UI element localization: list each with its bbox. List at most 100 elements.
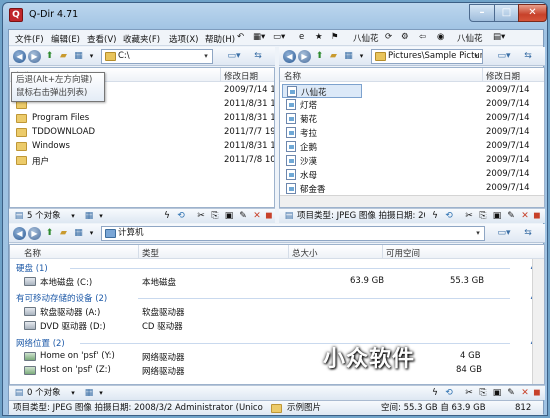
menu-quicklink-right[interactable]: 八仙花	[457, 32, 483, 44]
sync-icon[interactable]: ⇆	[249, 50, 267, 62]
menu-quicklink-left[interactable]: 八仙花	[353, 32, 379, 44]
refresh-icon[interactable]: ⟲	[443, 387, 455, 399]
sync-icon[interactable]: ⇆	[519, 227, 537, 239]
menu-favorites[interactable]: 收藏夹(F)	[123, 33, 160, 45]
list-item[interactable]: TDDOWNLOAD 2011/7/7 19:	[10, 126, 274, 140]
properties-icon[interactable]: ✎	[505, 210, 517, 222]
menu-options[interactable]: 选项(X)	[169, 33, 198, 45]
back-icon[interactable]: ◀	[13, 227, 26, 240]
cut-icon[interactable]: ✂	[195, 210, 207, 222]
refresh-icon[interactable]: ⟲	[443, 210, 455, 222]
up-folder-icon[interactable]: ⬆	[43, 50, 56, 62]
table-row[interactable]: Home on 'psf' (Y:) 网络驱动器 4 GB	[10, 350, 544, 364]
forward-icon[interactable]: ▶	[28, 50, 41, 63]
refresh-icon[interactable]: ⟲	[175, 210, 187, 222]
properties-icon[interactable]: ✎	[237, 210, 249, 222]
menu-monitor-icon[interactable]: ▭▾	[273, 32, 285, 42]
address-dropdown-icon[interactable]: ▾	[473, 228, 483, 239]
pane-bottom[interactable]: 名称 类型 总大小 可用空间 硬盘 (1) ▲ 本地磁盘 (C:) 本地磁盘 6…	[9, 244, 545, 385]
list-item[interactable]: 水母 2009/7/14	[280, 168, 544, 182]
address-bar-top-right[interactable]: Pictures\Sample Pictures ▾	[371, 49, 483, 64]
group-header-removable[interactable]: 有可移动存储的设备 (2)	[16, 292, 107, 304]
delete-icon[interactable]: ✕	[519, 387, 531, 399]
monitor-icon[interactable]: ▭▾	[495, 50, 513, 62]
menu-list-icon[interactable]: ▤▾	[493, 32, 505, 42]
view-dropdown-icon[interactable]: ▾	[85, 50, 98, 62]
column-name[interactable]: 名称	[284, 70, 301, 82]
table-row[interactable]: 本地磁盘 (C:) 本地磁盘 63.9 GB 55.3 GB	[10, 275, 544, 289]
sync-icon[interactable]: ⇆	[519, 50, 537, 62]
menu-view[interactable]: 查看(V)	[87, 33, 116, 45]
address-dropdown-icon[interactable]: ▾	[471, 51, 481, 62]
view-mode-icon[interactable]: ▦	[342, 50, 355, 62]
status-dropdown-icon[interactable]: ▾	[67, 387, 79, 399]
table-row[interactable]: Host on 'psf' (Z:) 网络驱动器 84 GB	[10, 364, 544, 378]
copy-icon[interactable]: ⎘	[477, 387, 489, 399]
monitor-icon[interactable]: ▭▾	[495, 227, 513, 239]
back-icon[interactable]: ◀	[13, 50, 26, 63]
horizontal-scrollbar[interactable]	[280, 195, 544, 207]
status-view-icon[interactable]: ▦	[83, 210, 95, 222]
menu-undo-icon[interactable]: ↶	[237, 32, 244, 42]
status-dropdown-icon[interactable]: ▾	[67, 210, 79, 222]
delete-icon[interactable]: ✕	[519, 210, 531, 222]
address-bar-top-left[interactable]: C:\ ▾	[101, 49, 213, 64]
table-row[interactable]: 软盘驱动器 (A:) 软盘驱动器	[10, 305, 544, 319]
list-item[interactable]: 用户 2011/7/8 10:	[10, 154, 274, 168]
monitor-icon[interactable]: ▭▾	[225, 50, 243, 62]
back-icon[interactable]: ◀	[283, 50, 296, 63]
lightning-icon[interactable]: ϟ	[161, 210, 173, 222]
list-item-selected[interactable]: 八仙花	[282, 84, 362, 98]
column-date[interactable]: 修改日期	[486, 70, 520, 82]
list-item[interactable]: 灯塔 2009/7/14	[280, 98, 544, 112]
column-total[interactable]: 总大小	[292, 247, 318, 259]
forward-icon[interactable]: ▶	[298, 50, 311, 63]
minimize-button[interactable]: –	[469, 4, 495, 22]
menu-layout-icon[interactable]: ▦▾	[253, 32, 265, 42]
list-item[interactable]: 考拉 2009/7/14	[280, 126, 544, 140]
close-button[interactable]: ✕	[518, 4, 547, 22]
menu-refresh-icon[interactable]: ⟳	[385, 32, 392, 42]
status-view-dropdown-icon[interactable]: ▾	[95, 387, 107, 399]
forward-icon[interactable]: ▶	[28, 227, 41, 240]
view-mode-icon[interactable]: ▦	[72, 50, 85, 62]
paste-icon[interactable]: ▣	[491, 210, 503, 222]
menu-arrow-icon[interactable]: ⇦	[419, 32, 426, 42]
title-bar[interactable]: Q Q-Dir 4.71 – □ ✕	[3, 3, 547, 29]
view-mode-icon[interactable]: ▦	[72, 227, 85, 239]
menu-globe-icon[interactable]: ◉	[437, 32, 444, 42]
lightning-icon[interactable]: ϟ	[429, 210, 441, 222]
address-dropdown-icon[interactable]: ▾	[201, 51, 211, 62]
menu-flag-icon[interactable]: ⚑	[331, 32, 339, 42]
close-pane-icon[interactable]: ◼	[531, 210, 543, 222]
pane-top-right[interactable]: 名称 修改日期 八仙花 2009/7/14 灯塔 2009/7/14 菊花 2009…	[279, 67, 545, 208]
column-name[interactable]: 名称	[24, 247, 41, 259]
vertical-scrollbar[interactable]	[532, 259, 544, 384]
table-row[interactable]: DVD 驱动器 (D:) CD 驱动器	[10, 319, 544, 333]
column-date[interactable]: 修改日期	[224, 70, 258, 82]
copy-icon[interactable]: ⎘	[477, 210, 489, 222]
menu-tools-icon[interactable]: ⚙	[401, 32, 409, 42]
cut-icon[interactable]: ✂	[463, 387, 475, 399]
group-header-network[interactable]: 网络位置 (2)	[16, 337, 65, 349]
status-view-icon[interactable]: ▦	[83, 387, 95, 399]
close-pane-icon[interactable]: ◼	[263, 210, 275, 222]
menu-help[interactable]: 帮助(H)	[205, 33, 235, 45]
menu-star-icon[interactable]: ★	[315, 32, 323, 42]
list-item[interactable]: Program Files 2011/8/31 17	[10, 112, 274, 126]
menu-edit[interactable]: 编辑(E)	[51, 33, 80, 45]
new-folder-icon[interactable]: ▰	[57, 50, 70, 62]
lightning-icon[interactable]: ϟ	[429, 387, 441, 399]
paste-icon[interactable]: ▣	[223, 210, 235, 222]
up-folder-icon[interactable]: ⬆	[313, 50, 326, 62]
properties-icon[interactable]: ✎	[505, 387, 517, 399]
cut-icon[interactable]: ✂	[463, 210, 475, 222]
menu-file[interactable]: 文件(F)	[15, 33, 44, 45]
group-header-hdd[interactable]: 硬盘 (1)	[16, 262, 48, 274]
address-bar-bottom[interactable]: 计算机 ▾	[101, 226, 485, 241]
view-dropdown-icon[interactable]: ▾	[355, 50, 368, 62]
list-item[interactable]: 菊花 2009/7/14	[280, 112, 544, 126]
delete-icon[interactable]: ✕	[251, 210, 263, 222]
paste-icon[interactable]: ▣	[491, 387, 503, 399]
new-folder-icon[interactable]: ▰	[57, 227, 70, 239]
